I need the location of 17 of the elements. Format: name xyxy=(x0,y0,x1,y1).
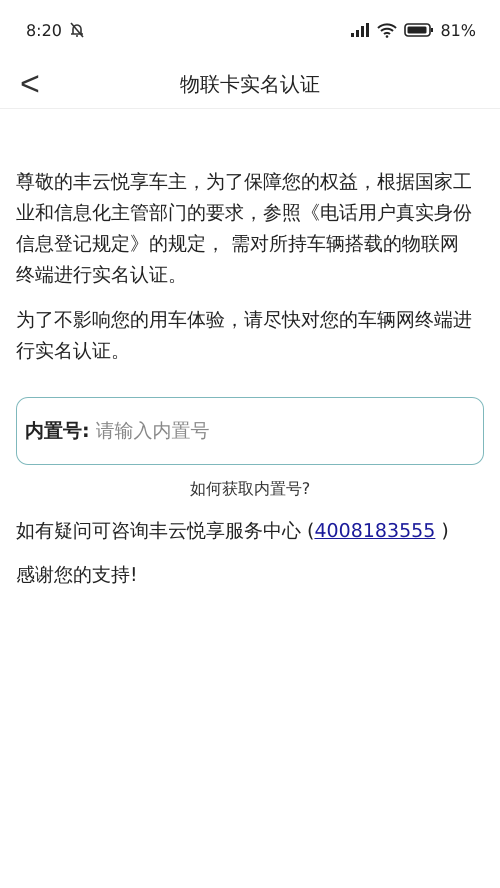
help-link[interactable]: 如何获取内置号? xyxy=(190,479,310,500)
wifi-icon xyxy=(376,22,398,38)
back-button[interactable]: < xyxy=(14,64,46,104)
status-time: 8:20 xyxy=(26,20,62,40)
thanks-text: 感谢您的支持! xyxy=(16,563,139,588)
battery-level: 81% xyxy=(440,20,476,40)
notice-paragraph: 尊敬的丰云悦享车主，为了保障您的权益，根据国家工业和信息化主管部门的要求，参照《电话用户真实身份信息登记规定》的规定， 需对所持车辆搭载的物联网终端进行实名认证。 xyxy=(16,170,473,288)
input-field[interactable]: 内置号: 请输入内置号 xyxy=(16,397,484,465)
muted-bell-icon xyxy=(68,21,86,39)
signal-icon xyxy=(348,22,370,38)
contact-text: 如有疑问可咨询丰云悦享服务中心 (4008183555 ) xyxy=(16,519,450,544)
page-title: 物联卡实名认证 xyxy=(180,70,320,98)
text-input[interactable]: 请输入内置号 xyxy=(94,419,475,443)
phone-link[interactable]: 4008183555 xyxy=(314,520,436,542)
battery-icon xyxy=(404,22,434,38)
notice-paragraph: 为了不影响您的用车体验，请尽快对您的车辆网终端进行实名认证。 xyxy=(16,308,473,364)
field-label: 内置号: xyxy=(25,419,90,444)
